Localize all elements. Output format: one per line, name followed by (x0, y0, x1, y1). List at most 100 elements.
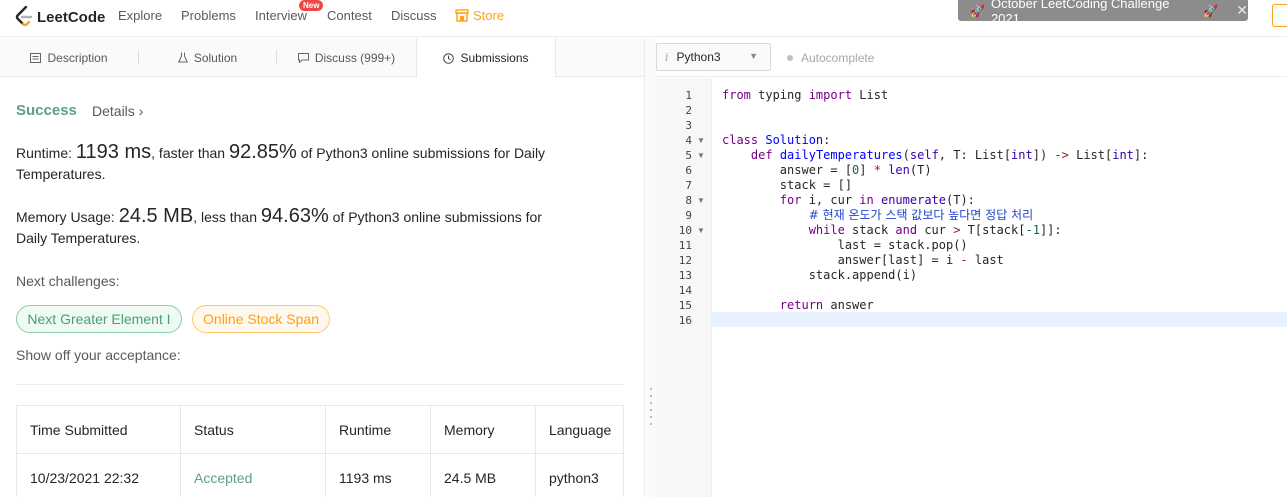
runtime-value: 1193 ms (75, 141, 152, 163)
nav-explore[interactable]: Explore (118, 8, 162, 23)
show-off-label: Show off your acceptance: (16, 347, 181, 363)
code-line: from typing import List (722, 88, 889, 102)
code-line: return answer (779, 298, 874, 312)
current-line-highlight (712, 312, 1287, 327)
col-runtime[interactable]: Runtime (325, 405, 431, 454)
logo[interactable]: LeetCode (14, 6, 105, 28)
nav-contest[interactable]: Contest (327, 8, 372, 23)
code-line: stack = [] (722, 178, 853, 192)
fold-icon[interactable]: ▼ (697, 223, 705, 238)
runtime-stat: Runtime: 1193 ms, faster than 92.85% of … (16, 142, 576, 185)
cell-status[interactable]: Accepted (180, 453, 326, 497)
new-badge: New (299, 0, 324, 11)
code-line: answer = [0] * len(T) (722, 163, 932, 177)
language-value: Python3 (676, 50, 721, 64)
col-language[interactable]: Language (535, 405, 624, 454)
cell-runtime: 1193 ms (325, 453, 431, 497)
memory-label: Memory Usage: (16, 209, 119, 225)
promo-banner[interactable]: 🚀 October LeetCoding Challenge 2021 🚀 ✕ (958, 0, 1248, 26)
line-number: 16 (678, 314, 692, 327)
next-challenges-label: Next challenges: (16, 273, 120, 289)
line-number: 6 (685, 164, 692, 177)
code-line: stack.append(i) (722, 268, 918, 282)
clock-icon (443, 52, 455, 64)
divider (16, 384, 624, 385)
language-select[interactable]: i Python3 ▼ (656, 43, 771, 71)
code-editor[interactable]: 1 2 3 4 ▼ 5 ▼ 6 7 8 ▼ 9 10 ▼ 11 12 13 14… (656, 78, 1287, 497)
tab-submissions-label: Submissions (460, 51, 529, 65)
grip-dot (650, 416, 652, 418)
challenge-online-stock-span[interactable]: Online Stock Span (192, 305, 330, 333)
line-number: 13 (678, 269, 692, 282)
line-number: 1 (685, 89, 692, 102)
details-label: Details (92, 103, 135, 119)
runtime-label: Runtime: (16, 145, 76, 161)
code-line: def dailyTemperatures(self, T: List[int]… (750, 148, 1149, 162)
fold-icon[interactable]: ▼ (697, 133, 705, 148)
col-status[interactable]: Status (180, 405, 326, 454)
table-row[interactable]: 10/23/2021 22:32 Accepted 1193 ms 24.5 M… (16, 453, 624, 497)
grip-dot (650, 423, 652, 425)
details-link[interactable]: Details › (92, 103, 143, 119)
tab-solution-label: Solution (193, 50, 238, 65)
col-memory[interactable]: Memory (430, 405, 536, 454)
grip-dot (650, 395, 652, 397)
tab-discuss-label: Discuss (999+) (314, 50, 396, 65)
memory-value: 24.5 MB (118, 205, 194, 227)
code-line: for i, cur in enumerate(T): (779, 193, 975, 207)
tab-description[interactable]: Description (0, 38, 138, 77)
fold-icon[interactable]: ▼ (697, 148, 705, 163)
store-icon (455, 9, 469, 22)
tab-solution[interactable]: Solution (139, 38, 276, 77)
result-status: Success (16, 102, 77, 119)
challenge-next-greater-element[interactable]: Next Greater Element I (16, 305, 182, 333)
col-time-submitted[interactable]: Time Submitted (16, 405, 181, 454)
chevron-right-icon: › (138, 103, 144, 119)
rocket-icon: 🚀 (1203, 3, 1219, 18)
pane-splitter[interactable] (644, 38, 656, 497)
cell-language: python3 (535, 453, 624, 497)
autocomplete-toggle[interactable]: Autocomplete (787, 51, 874, 65)
tab-discuss[interactable]: Discuss (999+) (277, 38, 416, 77)
cell-time: 10/23/2021 22:32 (16, 453, 181, 497)
memory-stat: Memory Usage: 24.5 MB, less than 94.63% … (16, 206, 576, 249)
caret-down-icon: ▼ (749, 51, 758, 61)
memory-percentile: 94.63% (260, 205, 329, 227)
line-number: 3 (685, 119, 692, 132)
nav-interview[interactable]: Interview (255, 8, 307, 23)
table-header-row: Time Submitted Status Runtime Memory Lan… (16, 405, 624, 454)
info-icon: i (665, 50, 669, 64)
tab-submissions[interactable]: Submissions (416, 38, 556, 78)
grip-dot (650, 402, 652, 404)
runtime-percentile: 92.85% (228, 141, 297, 163)
submission-result-panel: Success Details › Runtime: 1193 ms, fast… (0, 78, 644, 497)
top-nav: LeetCode Explore Problems Interview New … (0, 0, 1287, 37)
runtime-mid: , faster than (151, 145, 229, 161)
line-gutter: 1 2 3 4 ▼ 5 ▼ 6 7 8 ▼ 9 10 ▼ 11 12 13 14… (656, 78, 712, 497)
editor-toolbar: i Python3 ▼ Autocomplete (656, 38, 1287, 77)
grip-dot (650, 409, 652, 411)
leetcode-logo-icon (15, 6, 33, 27)
line-number: 12 (678, 254, 692, 267)
problem-tabs: Description Solution Discuss (999+) Subm… (0, 38, 644, 78)
line-number: 9 (685, 209, 692, 222)
code-line: # 현재 온도가 스택 값보다 높다면 정답 처리 (722, 208, 1033, 223)
code-line: while stack and cur > T[stack[-1]]: (808, 223, 1062, 237)
line-number: 5 (685, 149, 692, 162)
cell-memory: 24.5 MB (430, 453, 536, 497)
promo-text: October LeetCoding Challenge 2021 (990, 0, 1170, 26)
close-icon[interactable]: ✕ (1236, 2, 1248, 19)
line-number: 7 (685, 179, 692, 192)
nav-problems[interactable]: Problems (181, 8, 236, 23)
premium-button[interactable] (1272, 4, 1287, 27)
autocomplete-label: Autocomplete (801, 51, 875, 65)
nav-store[interactable]: Store (455, 8, 504, 23)
grip-dot (650, 388, 652, 390)
flask-icon (177, 52, 188, 63)
nav-discuss[interactable]: Discuss (391, 8, 437, 23)
line-number: 4 (685, 134, 692, 147)
fold-icon[interactable]: ▼ (697, 193, 705, 208)
submissions-table: Time Submitted Status Runtime Memory Lan… (16, 405, 624, 497)
description-icon (30, 52, 42, 63)
line-number: 15 (678, 299, 692, 312)
